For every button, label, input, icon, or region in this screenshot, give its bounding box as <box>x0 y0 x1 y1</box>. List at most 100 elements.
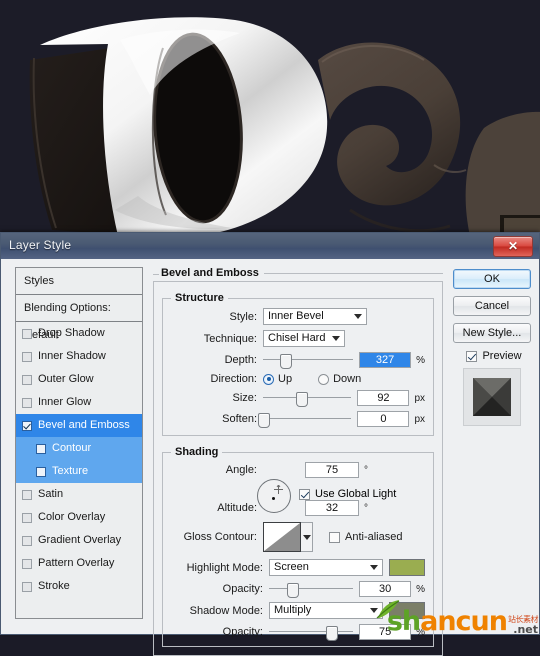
blending-options-row[interactable]: Blending Options: Default <box>16 295 142 341</box>
gloss-contour-thumbnail[interactable] <box>263 522 301 552</box>
highlight-opacity-knob[interactable] <box>286 583 299 598</box>
styles-list-item[interactable]: Satin <box>16 483 142 506</box>
depth-slider-knob[interactable] <box>279 354 292 369</box>
styles-list-item-checkbox[interactable] <box>36 466 46 477</box>
soften-slider[interactable] <box>258 411 352 428</box>
styles-list-item-label: Gradient Overlay <box>38 534 122 546</box>
use-global-light-checkbox[interactable] <box>299 488 310 500</box>
soften-slider-knob[interactable] <box>258 413 270 428</box>
highlight-opacity-row: Opacity: 30 % <box>171 581 425 598</box>
style-dropdown[interactable]: Inner Bevel <box>263 308 367 325</box>
styles-list-item-checkbox[interactable] <box>22 374 32 385</box>
technique-value: Chisel Hard <box>263 330 345 347</box>
use-global-light-option[interactable]: Use Global Light <box>299 488 396 500</box>
styles-list-item-checkbox[interactable] <box>36 443 46 454</box>
styles-list-item-checkbox[interactable] <box>22 351 32 362</box>
styles-list-item-checkbox[interactable] <box>22 581 32 592</box>
options-column: Bevel and Emboss Structure Style: Inner … <box>153 267 443 656</box>
highlight-opacity-unit: % <box>416 583 425 595</box>
anti-aliased-option[interactable]: Anti-aliased <box>329 531 402 543</box>
styles-list-item-checkbox[interactable] <box>22 512 32 523</box>
styles-list-item-label: Texture <box>52 465 89 477</box>
styles-list-item-checkbox[interactable] <box>22 397 32 408</box>
size-row: Size: 92 px <box>171 390 425 407</box>
gloss-contour-picker[interactable] <box>263 522 313 552</box>
altitude-input[interactable]: 32 <box>305 500 359 516</box>
cancel-button[interactable]: Cancel <box>453 296 531 316</box>
styles-list-item[interactable]: Stroke <box>16 575 142 598</box>
depth-label: Depth: <box>224 354 257 366</box>
styles-list-item-checkbox[interactable] <box>22 535 32 546</box>
gloss-contour-dropdown-arrow[interactable] <box>301 522 313 552</box>
soften-unit: px <box>414 413 425 425</box>
shadow-opacity-slider[interactable] <box>269 624 354 641</box>
close-button[interactable]: ✕ <box>493 236 533 257</box>
highlight-mode-dropdown[interactable]: Screen <box>269 559 383 576</box>
shading-legend: Shading <box>175 446 219 458</box>
highlight-opacity-slider[interactable] <box>269 581 354 598</box>
ok-button[interactable]: OK <box>453 269 531 289</box>
angle-input[interactable]: 75 <box>305 462 359 478</box>
structure-group: Structure Style: Inner Bevel Technique: … <box>162 292 434 436</box>
styles-list-item[interactable]: Color Overlay <box>16 506 142 529</box>
direction-down-option[interactable]: Down <box>318 373 361 385</box>
styles-list-item[interactable]: Bevel and Emboss <box>16 414 142 437</box>
preview-label: Preview <box>482 350 522 362</box>
shadow-mode-label: Shadow Mode: <box>189 604 263 617</box>
size-slider[interactable] <box>263 390 352 407</box>
size-input[interactable]: 92 <box>357 390 410 406</box>
styles-list-item[interactable]: Pattern Overlay <box>16 552 142 575</box>
styles-list-item-label: Pattern Overlay <box>38 557 115 569</box>
technique-dropdown[interactable]: Chisel Hard <box>263 330 345 347</box>
shadow-mode-row: Shadow Mode: Multiply <box>171 602 425 619</box>
styles-list-item[interactable]: Contour <box>16 437 142 460</box>
styles-list-item-label: Drop Shadow <box>38 327 105 339</box>
angle-unit: ° <box>364 464 368 476</box>
highlight-color-swatch[interactable] <box>389 559 425 576</box>
styles-list-item[interactable]: Gradient Overlay <box>16 529 142 552</box>
styles-list-item-label: Inner Glow <box>38 396 92 408</box>
depth-input[interactable]: 327 <box>359 352 412 368</box>
styles-list-item-checkbox[interactable] <box>22 558 32 569</box>
highlight-opacity-input[interactable]: 30 <box>359 581 412 597</box>
styles-list-item-label: Color Overlay <box>38 511 106 523</box>
angle-dial[interactable] <box>257 479 291 513</box>
highlight-mode-row: Highlight Mode: Screen <box>171 559 425 576</box>
shadow-opacity-knob[interactable] <box>326 626 339 641</box>
styles-list-item-checkbox[interactable] <box>22 420 32 431</box>
styles-list-item[interactable]: Texture <box>16 460 142 483</box>
preview-checkbox[interactable] <box>466 350 478 362</box>
highlight-opacity-label: Opacity: <box>222 583 263 595</box>
depth-slider[interactable] <box>263 352 354 369</box>
styles-list-panel: Styles Blending Options: Default Drop Sh… <box>15 267 143 619</box>
new-style-button[interactable]: New Style... <box>453 323 531 343</box>
preview-thumbnail <box>463 368 521 426</box>
section-title: Bevel and Emboss <box>161 267 259 279</box>
shadow-opacity-row: Opacity: 75 % <box>171 624 425 641</box>
move-cross-icon <box>274 485 283 494</box>
styles-list-item[interactable]: Outer Glow <box>16 368 142 391</box>
styles-list-item-checkbox[interactable] <box>22 489 32 500</box>
styles-list-item-label: Inner Shadow <box>38 350 106 362</box>
styles-list-item[interactable]: Inner Glow <box>16 391 142 414</box>
styles-list-item-label: Stroke <box>38 580 70 592</box>
direction-row: Direction: Up Down <box>171 373 425 385</box>
radio-down-icon <box>318 373 330 385</box>
shadow-mode-dropdown[interactable]: Multiply <box>269 602 383 619</box>
size-slider-knob[interactable] <box>296 392 309 407</box>
direction-label: Direction: <box>210 373 257 385</box>
shadow-color-swatch[interactable] <box>389 602 425 619</box>
dialog-actions: OK Cancel New Style... Preview <box>453 269 531 426</box>
style-label: Style: <box>229 310 257 323</box>
direction-up-option[interactable]: Up <box>263 373 292 385</box>
preview-option[interactable]: Preview <box>457 350 531 362</box>
highlight-mode-value: Screen <box>269 559 383 576</box>
styles-list-item-checkbox[interactable] <box>22 328 32 339</box>
style-value: Inner Bevel <box>263 308 367 325</box>
soften-input[interactable]: 0 <box>357 411 410 427</box>
anti-aliased-checkbox[interactable] <box>329 531 340 543</box>
size-unit: px <box>414 392 425 404</box>
shadow-opacity-input[interactable]: 75 <box>359 624 412 640</box>
angle-label: Angle: <box>225 464 257 476</box>
angle-row: Angle: 75 ° <box>171 462 425 478</box>
